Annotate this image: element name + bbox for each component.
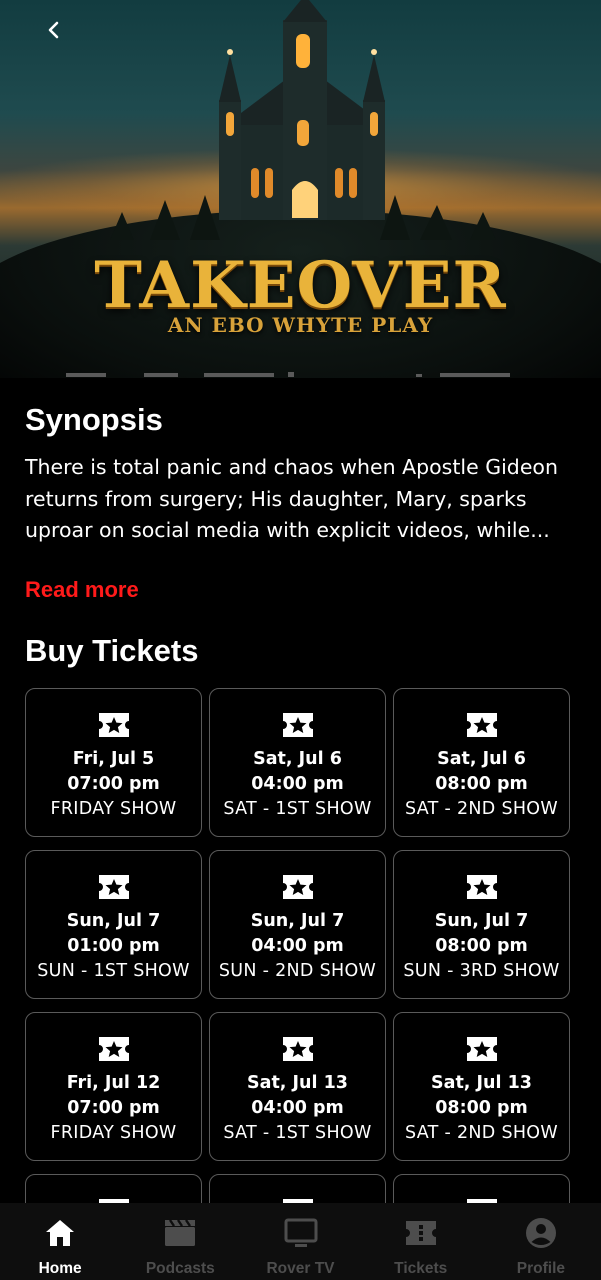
nav-label: Podcasts [145, 1260, 215, 1277]
ticket-card[interactable]: Sun, Jul 7 01:00 pm SUN - 1ST SHOW [25, 850, 202, 999]
ticket-date: Fri, Jul 5 [72, 749, 155, 769]
nav-label: Profile [516, 1260, 566, 1277]
nav-tickets[interactable]: Tickets [361, 1203, 481, 1280]
ticket-show-name: FRIDAY SHOW [50, 799, 177, 819]
nav-label: Home [38, 1260, 82, 1277]
nav-label: Tickets [394, 1260, 448, 1277]
back-button[interactable] [36, 12, 72, 48]
ticket-time: 01:00 pm [67, 936, 160, 956]
ticket-time: 08:00 pm [435, 774, 528, 794]
ticket-show-name: SAT - 1ST SHOW [223, 799, 372, 819]
ticket-show-name: FRIDAY SHOW [50, 1123, 177, 1143]
ticket-show-name: SUN - 1ST SHOW [37, 961, 190, 981]
ticket-time: 08:00 pm [435, 1098, 528, 1118]
nav-label: Rover TV [266, 1260, 335, 1277]
ticket-card[interactable]: Sat, Jul 6 08:00 pm SAT - 2ND SHOW [393, 688, 570, 837]
synopsis-text: There is total panic and chaos when Apos… [25, 455, 558, 542]
ticket-time: 08:00 pm [435, 936, 528, 956]
ticket-star-icon [282, 875, 313, 899]
profile-icon [525, 1218, 556, 1248]
tv-icon [284, 1218, 317, 1247]
nav-profile[interactable]: Profile [481, 1203, 601, 1280]
buy-tickets-heading: Buy Tickets [25, 633, 199, 668]
ticket-time: 07:00 pm [67, 1098, 160, 1118]
poster-title: TAKEOVER [94, 248, 507, 323]
synopsis-heading: Synopsis [25, 402, 163, 437]
ticket-show-name: SUN - 3RD SHOW [403, 961, 560, 981]
church-illustration [110, 0, 496, 240]
ticket-star-icon [282, 1037, 313, 1061]
ticket-card[interactable]: Sat, Jul 13 08:00 pm SAT - 2ND SHOW [393, 1012, 570, 1161]
ticket-date: Sun, Jul 7 [434, 911, 529, 931]
ticket-date: Sat, Jul 13 [247, 1073, 348, 1093]
poster-footer-strip [66, 372, 510, 377]
clapperboard-icon [165, 1219, 196, 1246]
ticket-icon [405, 1221, 436, 1245]
nav-home[interactable]: Home [0, 1203, 120, 1280]
ticket-card[interactable]: Fri, Jul 5 07:00 pm FRIDAY SHOW [25, 688, 202, 837]
nav-rover-tv[interactable]: Rover TV [240, 1203, 360, 1280]
ticket-time: 07:00 pm [67, 774, 160, 794]
ticket-date: Fri, Jul 12 [66, 1073, 161, 1093]
read-more-link[interactable]: Read more [25, 577, 139, 603]
ticket-show-name: SAT - 2ND SHOW [405, 799, 558, 819]
ticket-date: Sat, Jul 6 [253, 749, 342, 769]
ticket-date: Sat, Jul 6 [437, 749, 526, 769]
ticket-time: 04:00 pm [251, 936, 344, 956]
ticket-date: Sun, Jul 7 [66, 911, 161, 931]
ticket-star-icon [282, 713, 313, 737]
ticket-star-icon [466, 713, 497, 737]
ticket-star-icon [466, 875, 497, 899]
home-icon [46, 1220, 75, 1246]
ticket-star-icon [98, 875, 129, 899]
chevron-left-icon [48, 21, 59, 39]
nav-podcasts[interactable]: Podcasts [120, 1203, 240, 1280]
hero-poster: TAKEOVER AN EBO WHYTE PLAY [0, 0, 601, 378]
ticket-show-name: SUN - 2ND SHOW [218, 961, 377, 981]
ticket-time: 04:00 pm [251, 774, 344, 794]
poster-subtitle: AN EBO WHYTE PLAY [167, 313, 434, 337]
bottom-navigation: Home Podcasts Rover TV Tickets Profile [0, 1203, 601, 1280]
ticket-card[interactable]: Sat, Jul 6 04:00 pm SAT - 1ST SHOW [209, 688, 386, 837]
ticket-star-icon [98, 713, 129, 737]
ticket-card[interactable]: Sat, Jul 13 04:00 pm SAT - 1ST SHOW [209, 1012, 386, 1161]
ticket-show-name: SAT - 1ST SHOW [223, 1123, 372, 1143]
ticket-star-icon [98, 1037, 129, 1061]
ticket-grid: Fri, Jul 5 07:00 pm FRIDAY SHOW Sat, Jul… [25, 688, 570, 1280]
ticket-show-name: SAT - 2ND SHOW [405, 1123, 558, 1143]
ticket-date: Sat, Jul 13 [431, 1073, 532, 1093]
ticket-card[interactable]: Sun, Jul 7 04:00 pm SUN - 2ND SHOW [209, 850, 386, 999]
ticket-card[interactable]: Fri, Jul 12 07:00 pm FRIDAY SHOW [25, 1012, 202, 1161]
ticket-card[interactable]: Sun, Jul 7 08:00 pm SUN - 3RD SHOW [393, 850, 570, 999]
ticket-date: Sun, Jul 7 [250, 911, 345, 931]
ticket-time: 04:00 pm [251, 1098, 344, 1118]
ticket-star-icon [466, 1037, 497, 1061]
